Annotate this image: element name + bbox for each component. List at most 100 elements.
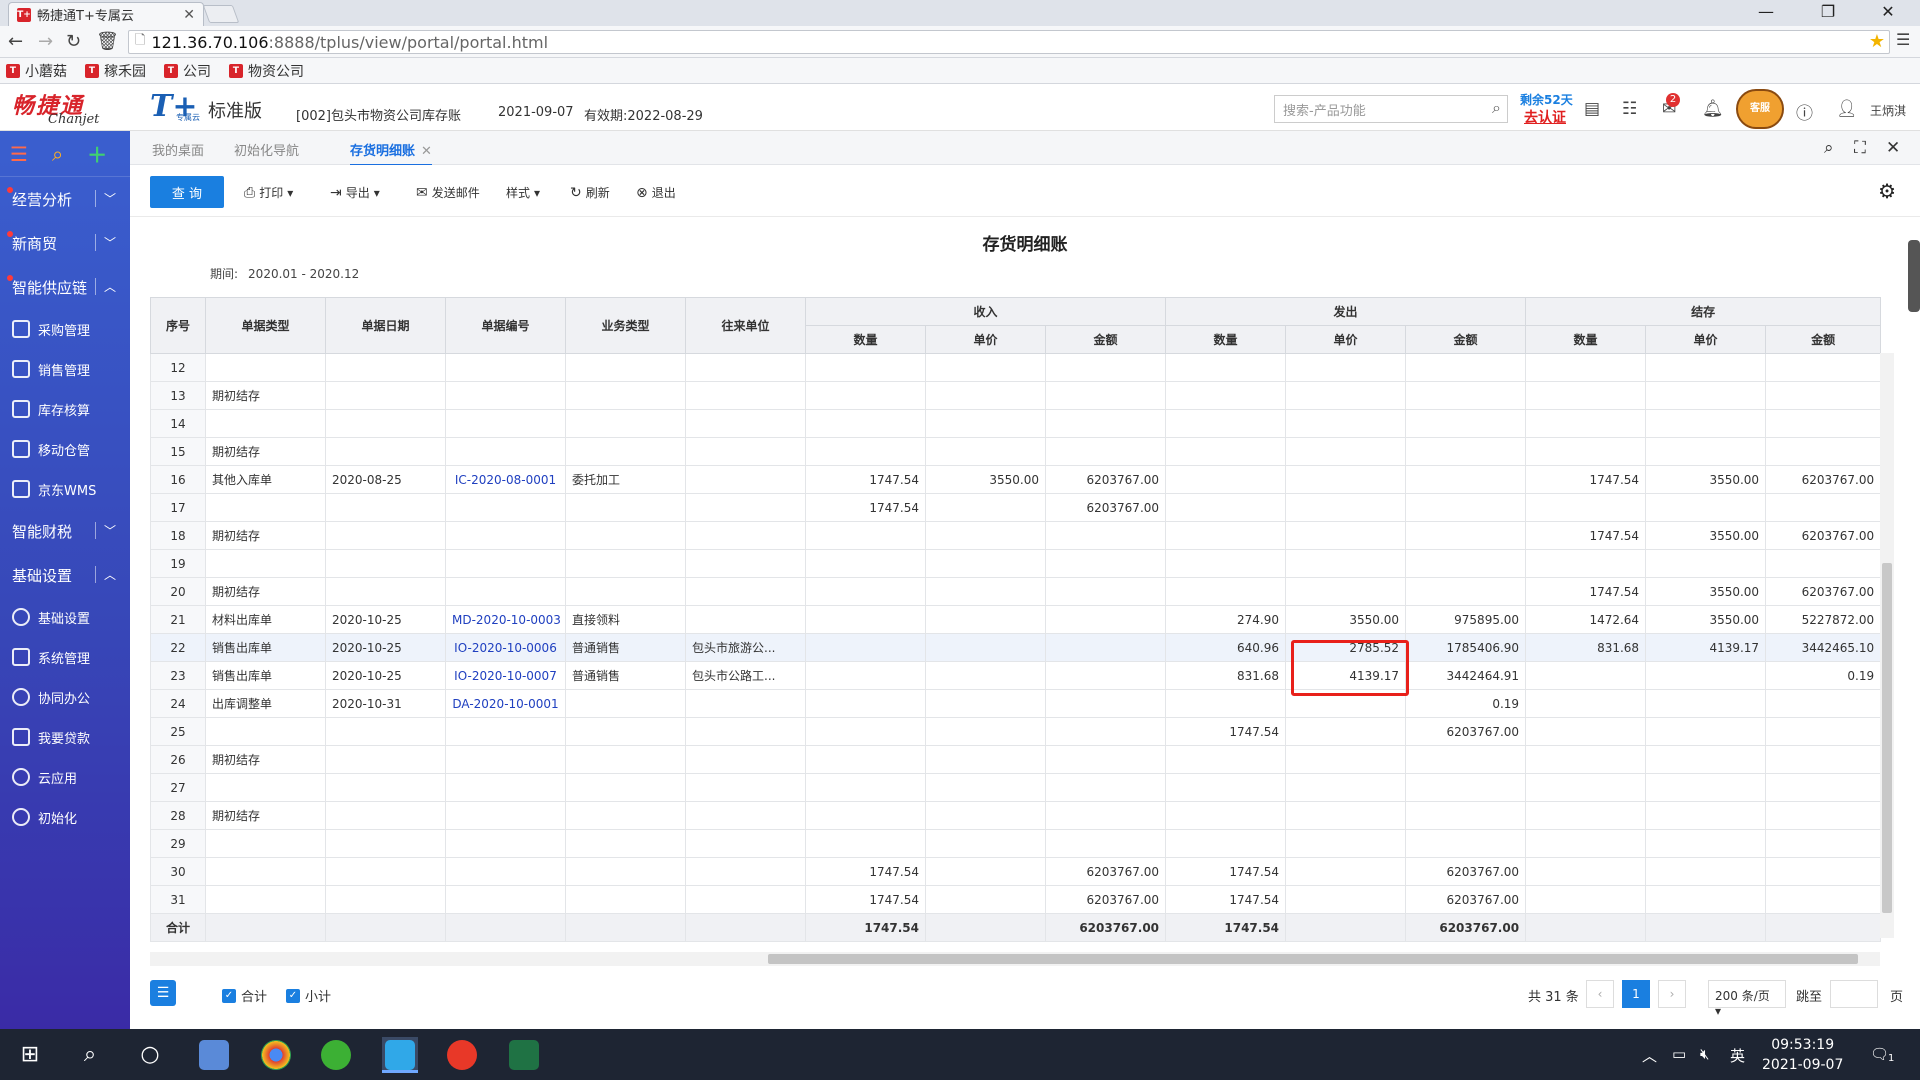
qq-app-icon[interactable] xyxy=(382,1037,418,1073)
sidebar-search-icon[interactable]: ⌕ xyxy=(52,142,63,166)
table-cell[interactable]: IO-2020-10-0006 xyxy=(445,633,566,662)
table-row[interactable]: 31 1747.54 6203767.00 1747.54 6203767.00 xyxy=(150,885,1882,914)
col-header-in-amount[interactable]: 金额 xyxy=(1044,325,1167,354)
table-cell[interactable] xyxy=(445,353,566,382)
sidebar-group-finance[interactable]: 智能财税 ﹀ xyxy=(0,509,130,553)
table-cell[interactable]: MD-2020-10-0003 xyxy=(445,605,566,634)
chrome-app-icon[interactable] xyxy=(258,1037,294,1073)
notification-center-icon[interactable]: 🗨︎ xyxy=(1870,1045,1889,1063)
scroll-thumb[interactable] xyxy=(1882,563,1892,913)
ime-indicator[interactable]: 英 xyxy=(1730,1045,1745,1066)
table-row[interactable]: 12 xyxy=(150,353,1882,382)
col-header-doc-date[interactable]: 单据日期 xyxy=(325,297,446,354)
table-cell[interactable]: IC-2020-08-0001 xyxy=(445,465,566,494)
tab-init-nav[interactable]: 初始化导航 xyxy=(234,140,299,159)
user-icon[interactable]: 👤︎ xyxy=(1836,99,1858,119)
table-horizontal-scrollbar[interactable] xyxy=(150,952,1880,966)
sidebar-item-mobile-warehouse[interactable]: 移动仓管 xyxy=(0,429,130,469)
col-header-in-qty[interactable]: 数量 xyxy=(805,325,926,354)
total-checkbox[interactable]: ✓ 合计 xyxy=(222,986,267,1005)
tab-search-icon[interactable]: ⌕ xyxy=(1824,138,1834,158)
task-list-icon[interactable]: ☷ xyxy=(1622,99,1637,119)
sidebar-item-cloud[interactable]: 云应用 xyxy=(0,757,130,797)
sidebar-group-analysis[interactable]: 经营分析 ﹀ xyxy=(0,177,130,221)
table-row[interactable]: 29 xyxy=(150,829,1882,858)
sidebar-group-supply[interactable]: 智能供应链 ︿ xyxy=(0,265,130,309)
export-button[interactable]: ⇥ 导出 ▾ xyxy=(330,184,380,201)
table-row[interactable]: 27 xyxy=(150,773,1882,802)
table-cell[interactable] xyxy=(445,409,566,438)
col-header-bal-qty[interactable]: 数量 xyxy=(1525,325,1647,354)
calculator-icon[interactable]: ▤ xyxy=(1584,99,1600,119)
table-cell[interactable] xyxy=(445,437,566,466)
table-cell[interactable] xyxy=(445,493,566,522)
customer-service-icon[interactable]: 客服 xyxy=(1736,89,1784,129)
table-row[interactable]: 22 销售出库单 2020-10-25 IO-2020-10-0006 普通销售 包头市旅… xyxy=(150,633,1882,662)
browser-menu-icon[interactable]: ☰ xyxy=(1896,30,1910,49)
help-icon[interactable]: ⓘ xyxy=(1796,99,1813,124)
table-cell[interactable] xyxy=(445,717,566,746)
col-header-in-price[interactable]: 单价 xyxy=(925,325,1046,354)
user-name[interactable]: 王炳淇 xyxy=(1870,102,1906,119)
table-cell[interactable] xyxy=(445,381,566,410)
battery-icon[interactable]: ▭ xyxy=(1672,1045,1686,1063)
exit-button[interactable]: ⊗ 退出 xyxy=(636,184,676,201)
table-cell[interactable] xyxy=(445,829,566,858)
subtotal-checkbox[interactable]: ✓ 小计 xyxy=(286,986,331,1005)
red-app-icon[interactable] xyxy=(444,1037,480,1073)
page-size-select[interactable]: 200 条/页 ▾ xyxy=(1708,980,1786,1018)
table-cell[interactable]: DA-2020-10-0001 xyxy=(445,689,566,718)
table-row[interactable]: 20 期初结存 1747.54 3550.00 6203767.00 xyxy=(150,577,1882,606)
excel-app-icon[interactable] xyxy=(506,1037,542,1073)
style-button[interactable]: 样式 ▾ xyxy=(506,184,540,201)
computer-app-icon[interactable] xyxy=(196,1037,232,1073)
tab-inventory-ledger[interactable]: 存货明细账 ✕ xyxy=(350,140,432,166)
table-cell[interactable] xyxy=(445,745,566,774)
table-row[interactable]: 23 销售出库单 2020-10-25 IO-2020-10-0007 普通销售 包头市公… xyxy=(150,661,1882,690)
wechat-app-icon[interactable] xyxy=(318,1037,354,1073)
table-cell[interactable] xyxy=(445,549,566,578)
col-header-bal-price[interactable]: 单价 xyxy=(1645,325,1767,354)
restore-icon[interactable]: ❐ xyxy=(1808,2,1848,21)
table-cell[interactable] xyxy=(445,885,566,914)
print-button[interactable]: ⎙ 打印 ▾ xyxy=(244,184,293,201)
refresh-button[interactable]: ↻ 刷新 xyxy=(570,184,610,201)
col-header-doc-type[interactable]: 单据类型 xyxy=(205,297,326,354)
table-cell[interactable]: IO-2020-10-0007 xyxy=(445,661,566,690)
sidebar-item-jd-wms[interactable]: 京东WMS xyxy=(0,469,130,509)
next-page-button[interactable]: › xyxy=(1658,980,1686,1008)
tray-chevron-up-icon[interactable]: ︿ xyxy=(1642,1045,1657,1066)
table-cell[interactable] xyxy=(445,577,566,606)
table-row[interactable]: 13 期初结存 xyxy=(150,381,1882,410)
table-row[interactable]: 30 1747.54 6203767.00 1747.54 6203767.00 xyxy=(150,857,1882,886)
send-mail-button[interactable]: ✉ 发送邮件 xyxy=(416,184,480,201)
table-row[interactable]: 15 期初结存 xyxy=(150,437,1882,466)
bookmark-item[interactable]: T 稼禾园 xyxy=(85,61,146,81)
settings-gear-icon[interactable]: ⚙ xyxy=(1878,179,1896,203)
col-header-out-price[interactable]: 单价 xyxy=(1285,325,1407,354)
bookmark-item[interactable]: T 小蘑菇 xyxy=(6,61,67,81)
jump-page-input[interactable] xyxy=(1830,980,1878,1008)
sidebar-item-system[interactable]: 系统管理 xyxy=(0,637,130,677)
table-row[interactable]: 26 期初结存 xyxy=(150,745,1882,774)
close-all-icon[interactable]: ✕ xyxy=(1886,138,1900,158)
task-view-icon[interactable]: ○ xyxy=(132,1037,168,1073)
sidebar-item-office[interactable]: 协同办公 xyxy=(0,677,130,717)
sidebar-item-inventory[interactable]: 库存核算 xyxy=(0,389,130,429)
col-header-out-amount[interactable]: 金额 xyxy=(1405,325,1527,354)
table-cell[interactable] xyxy=(445,857,566,886)
close-tab-icon[interactable]: ✕ xyxy=(183,7,195,23)
bookmark-item[interactable]: T 物资公司 xyxy=(229,61,304,81)
search-input[interactable]: 搜索-产品功能 ⌕ xyxy=(1274,95,1508,123)
page-number-button[interactable]: 1 xyxy=(1622,980,1650,1008)
col-header-seq[interactable]: 序号 xyxy=(150,297,206,354)
reload-icon[interactable]: ↻ xyxy=(66,31,81,52)
table-row[interactable]: 16 其他入库单 2020-08-25 IC-2020-08-0001 委托加工 1747… xyxy=(150,465,1882,494)
col-header-doc-no[interactable]: 单据编号 xyxy=(445,297,566,354)
table-row[interactable]: 25 1747.54 6203767.00 xyxy=(150,717,1882,746)
windows-start-icon[interactable]: ⊞ xyxy=(12,1037,48,1073)
sidebar-item-init[interactable]: 初始化 xyxy=(0,797,130,837)
table-row[interactable]: 18 期初结存 1747.54 3550.00 6203767.00 xyxy=(150,521,1882,550)
close-window-icon[interactable]: ✕ xyxy=(1868,2,1908,21)
sidebar-item-sales[interactable]: 销售管理 xyxy=(0,349,130,389)
